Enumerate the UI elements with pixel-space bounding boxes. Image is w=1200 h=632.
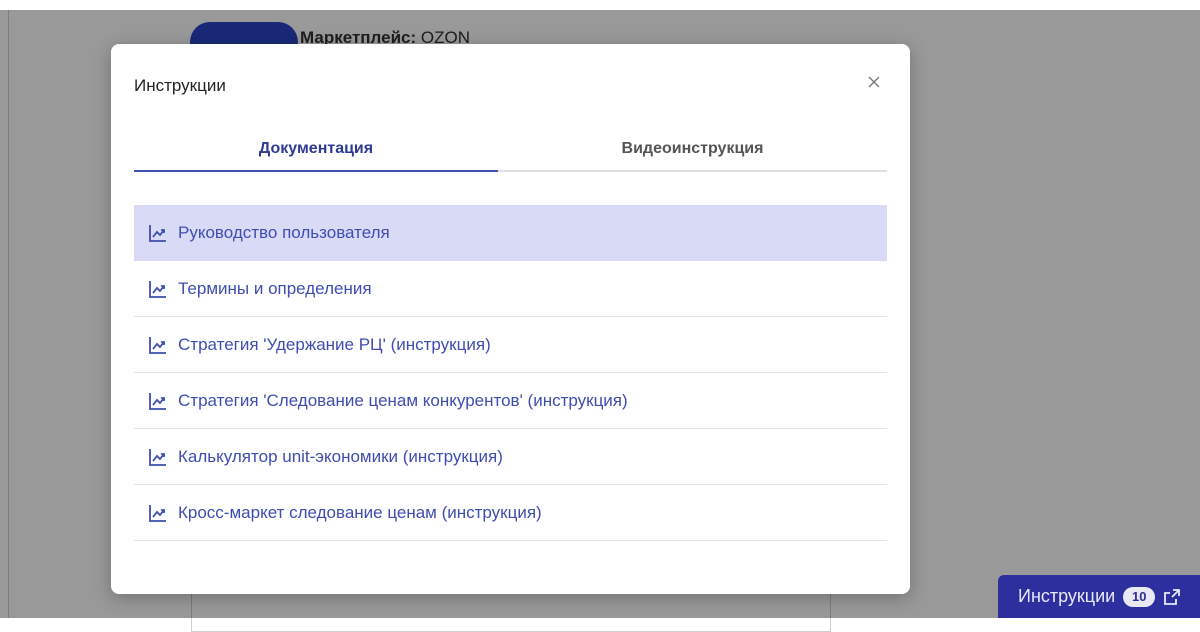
list-item-label: Стратегия 'Следование ценам конкурентов'… xyxy=(178,390,628,410)
modal-tabs: Документация Видеоинструкция xyxy=(134,128,887,172)
instructions-floating-button[interactable]: Инструкции 10 xyxy=(998,575,1200,618)
external-link-icon xyxy=(1163,588,1181,606)
chart-line-icon xyxy=(149,336,166,354)
list-item-label: Стратегия 'Удержание РЦ' (инструкция) xyxy=(178,334,491,354)
chart-line-icon xyxy=(149,392,166,410)
list-item-label: Руководство пользователя xyxy=(178,222,390,242)
chart-line-icon xyxy=(149,280,166,298)
list-item-label: Термины и определения xyxy=(178,278,372,298)
chart-line-icon xyxy=(149,504,166,522)
close-icon[interactable] xyxy=(860,68,888,96)
list-item[interactable]: Стратегия 'Удержание РЦ' (инструкция) xyxy=(134,317,887,373)
list-item[interactable]: Термины и определения xyxy=(134,261,887,317)
tab-documentation[interactable]: Документация xyxy=(134,128,498,170)
list-item[interactable]: Стратегия 'Следование ценам конкурентов'… xyxy=(134,373,887,429)
documentation-list: Руководство пользователя Термины и опред… xyxy=(134,205,887,541)
instructions-count-badge: 10 xyxy=(1123,586,1156,607)
instructions-modal: Инструкции Документация Видеоинструкция … xyxy=(111,44,910,594)
list-item-label: Калькулятор unit-экономики (инструкция) xyxy=(178,446,503,466)
modal-title: Инструкции xyxy=(134,76,226,95)
tab-video-instruction[interactable]: Видеоинструкция xyxy=(498,128,887,170)
list-item[interactable]: Руководство пользователя xyxy=(134,205,887,261)
list-item[interactable]: Калькулятор unit-экономики (инструкция) xyxy=(134,429,887,485)
list-item-label: Кросс-маркет следование ценам (инструкци… xyxy=(178,502,542,522)
active-tab-indicator xyxy=(134,170,498,172)
list-item[interactable]: Кросс-маркет следование ценам (инструкци… xyxy=(134,485,887,541)
chart-line-icon xyxy=(149,224,166,242)
instructions-floating-label: Инструкции xyxy=(1018,586,1116,606)
chart-line-icon xyxy=(149,448,166,466)
